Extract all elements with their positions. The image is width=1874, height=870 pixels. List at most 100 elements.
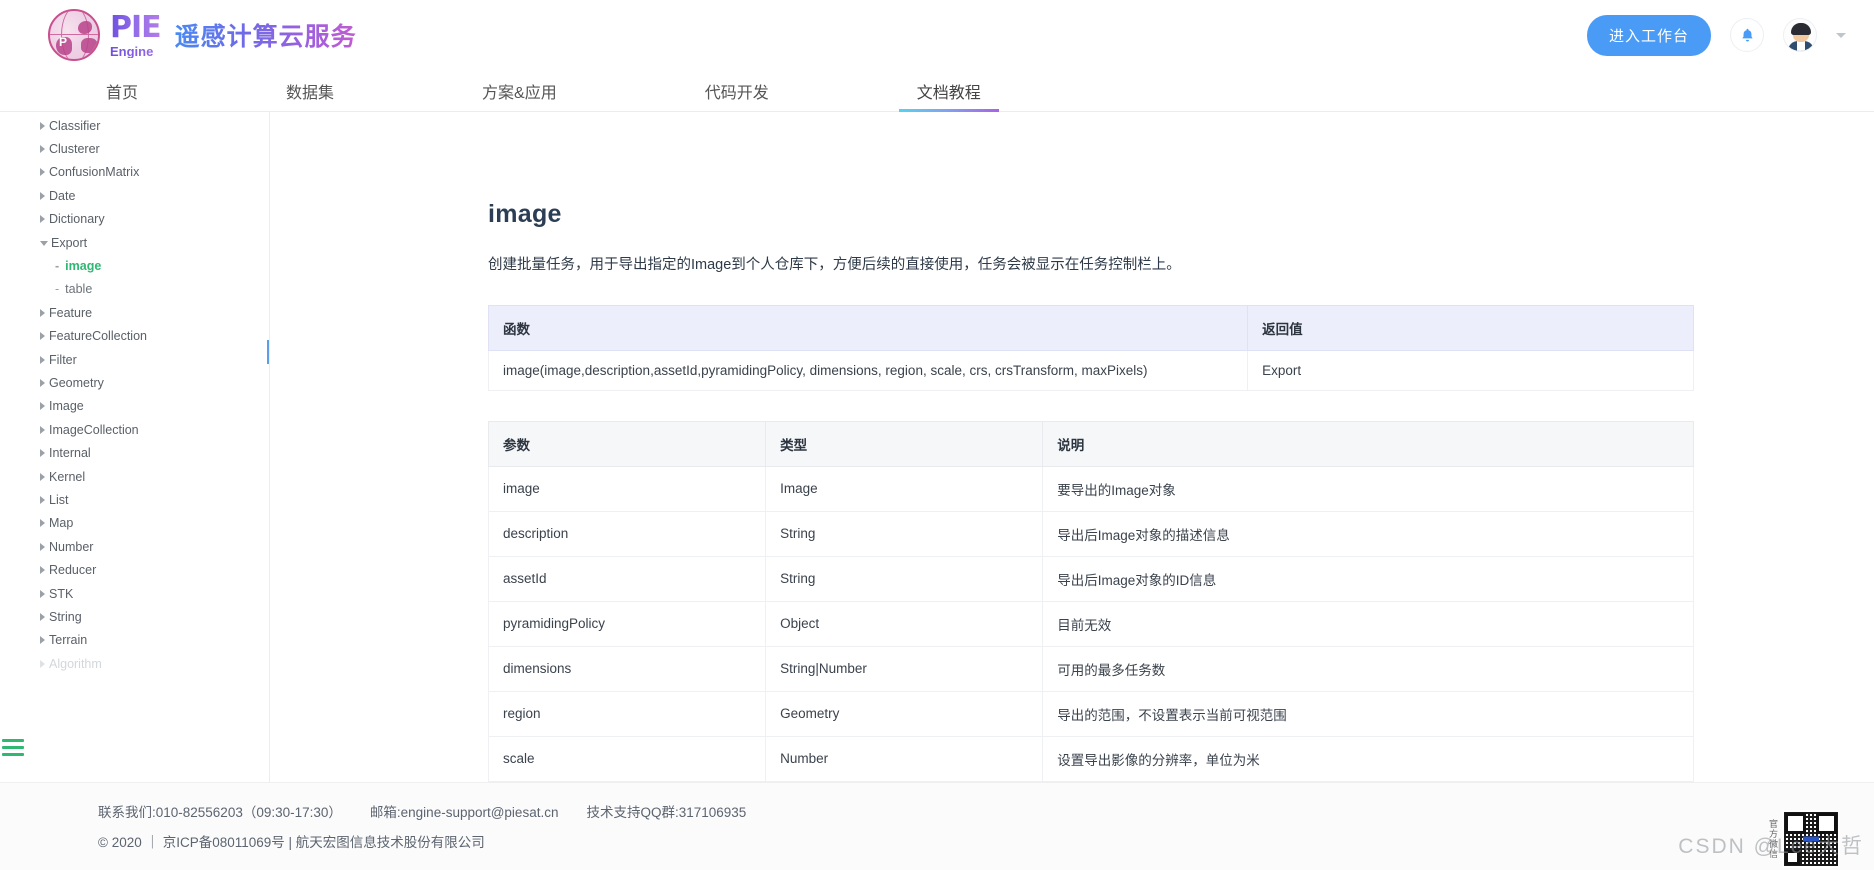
sidebar-item-label: STK: [49, 587, 73, 601]
nav-item-code-development[interactable]: 代码开发: [687, 70, 787, 111]
sidebar-item-label: Geometry: [49, 376, 104, 390]
sidebar-item-number[interactable]: Number: [0, 535, 269, 558]
sidebar-item-stk[interactable]: STK: [0, 582, 269, 605]
doc-content: image 创建批量任务，用于导出指定的Image到个人仓库下，方便后续的直接使…: [270, 112, 1874, 782]
wechat-qr-label: 官方微信: [1767, 819, 1778, 859]
cell-param-desc: 可用的最多任务数: [1043, 646, 1694, 691]
sidebar-item-export[interactable]: Export: [0, 231, 269, 254]
sidebar-item-terrain[interactable]: Terrain: [0, 629, 269, 652]
chevron-right-icon: [40, 543, 45, 551]
sidebar-item-map[interactable]: Map: [0, 512, 269, 535]
site-header: P PIE Engine 遥感计算云服务 进入工作台: [0, 0, 1874, 70]
table-row: assetIdString导出后Image对象的ID信息: [489, 556, 1694, 601]
bell-icon: [1739, 27, 1756, 44]
user-avatar[interactable]: [1783, 18, 1817, 52]
chevron-down-icon[interactable]: [1836, 33, 1846, 38]
chevron-right-icon: [40, 402, 45, 410]
table-header-row: 函数 返回值: [489, 305, 1694, 350]
sidebar-item-classifier[interactable]: Classifier: [0, 114, 269, 137]
chevron-right-icon: [40, 168, 45, 176]
sidebar-item-label: Terrain: [49, 633, 87, 647]
sidebar-item-label: Filter: [49, 353, 77, 367]
sidebar-item-export-table[interactable]: -table: [0, 278, 269, 301]
table-row: dimensionsString|Number可用的最多任务数: [489, 646, 1694, 691]
cell-param-name: scale: [489, 736, 766, 781]
sidebar-item-label: ConfusionMatrix: [49, 165, 139, 179]
sidebar-item-label: Internal: [49, 446, 91, 460]
cell-param-type: String: [766, 511, 1043, 556]
brand-logo[interactable]: P PIE Engine 遥感计算云服务: [48, 9, 357, 61]
header-actions: 进入工作台: [1587, 15, 1846, 56]
cell-param-type: Geometry: [766, 691, 1043, 736]
notification-bell-button[interactable]: [1730, 18, 1764, 52]
sidebar-item-feature[interactable]: Feature: [0, 301, 269, 324]
wechat-qr-block: 官方微信: [1767, 810, 1840, 868]
sidebar-item-label: Date: [49, 189, 75, 203]
sidebar-item-label: List: [49, 493, 68, 507]
sidebar-item-imagecollection[interactable]: ImageCollection: [0, 418, 269, 441]
nav-item-home[interactable]: 首页: [88, 70, 156, 111]
sidebar-item-filter[interactable]: Filter: [0, 348, 269, 371]
page-body: Classifier Clusterer ConfusionMatrix Dat…: [0, 112, 1874, 782]
chevron-right-icon: [40, 519, 45, 527]
sidebar-item-label: Number: [49, 540, 93, 554]
cell-param-name: dimensions: [489, 646, 766, 691]
chevron-right-icon: [40, 122, 45, 130]
cell-param-desc: 导出后Image对象的ID信息: [1043, 556, 1694, 601]
chevron-right-icon: [40, 356, 45, 364]
sidebar-item-label: ImageCollection: [49, 423, 139, 437]
parameters-table: 参数 类型 说明 imageImage要导出的Image对象 descripti…: [488, 421, 1694, 782]
sidebar-item-reducer[interactable]: Reducer: [0, 558, 269, 581]
docs-sidebar: Classifier Clusterer ConfusionMatrix Dat…: [0, 112, 270, 782]
sidebar-item-algorithm[interactable]: Algorithm: [0, 652, 269, 675]
chevron-right-icon: [40, 215, 45, 223]
chevron-right-icon: [40, 566, 45, 574]
sidebar-item-confusionmatrix[interactable]: ConfusionMatrix: [0, 161, 269, 184]
nav-item-solutions[interactable]: 方案&应用: [464, 70, 575, 111]
sidebar-item-featurecollection[interactable]: FeatureCollection: [0, 325, 269, 348]
sidebar-item-label: Kernel: [49, 470, 85, 484]
chevron-right-icon: [40, 496, 45, 504]
cell-param-name: image: [489, 466, 766, 511]
cell-param-name: region: [489, 691, 766, 736]
cell-param-type: Image: [766, 466, 1043, 511]
sidebar-item-clusterer[interactable]: Clusterer: [0, 137, 269, 160]
sidebar-item-label: table: [65, 282, 92, 296]
sidebar-item-internal[interactable]: Internal: [0, 441, 269, 464]
sidebar-collapse-button[interactable]: [2, 739, 24, 760]
sidebar-item-string[interactable]: String: [0, 605, 269, 628]
sidebar-item-label: Export: [51, 236, 87, 250]
cell-param-desc: 设置导出影像的分辨率，单位为米: [1043, 736, 1694, 781]
table-row: descriptionString导出后Image对象的描述信息: [489, 511, 1694, 556]
sidebar-item-label: FeatureCollection: [49, 329, 147, 343]
footer-email: 邮箱:engine-support@piesat.cn: [370, 805, 559, 820]
column-header-type: 类型: [766, 421, 1043, 466]
sidebar-item-label: Feature: [49, 306, 92, 320]
chevron-right-icon: [40, 426, 45, 434]
sidebar-item-geometry[interactable]: Geometry: [0, 371, 269, 394]
sidebar-active-indicator: [267, 340, 270, 364]
sidebar-item-label: Classifier: [49, 119, 100, 133]
footer-contact-line: 联系我们:010-82556203（09:30-17:30）邮箱:engine-…: [98, 801, 1874, 821]
cell-param-name: assetId: [489, 556, 766, 601]
brand-chinese-title: 遥感计算云服务: [175, 17, 357, 53]
chevron-right-icon: [40, 473, 45, 481]
logo-engine-text: Engine: [110, 45, 161, 58]
sidebar-item-export-image[interactable]: -image: [0, 254, 269, 277]
sidebar-item-kernel[interactable]: Kernel: [0, 465, 269, 488]
nav-item-documentation[interactable]: 文档教程: [899, 70, 999, 111]
chevron-right-icon: [40, 379, 45, 387]
column-header-desc: 说明: [1043, 421, 1694, 466]
sidebar-item-list[interactable]: List: [0, 488, 269, 511]
sidebar-item-image[interactable]: Image: [0, 395, 269, 418]
sidebar-item-label: Dictionary: [49, 212, 105, 226]
wechat-qr-code-image: [1782, 810, 1840, 868]
function-signature-table: 函数 返回值 image(image,description,assetId,p…: [488, 305, 1694, 391]
table-row: image(image,description,assetId,pyramidi…: [489, 350, 1694, 390]
sidebar-item-dictionary[interactable]: Dictionary: [0, 208, 269, 231]
sidebar-item-date[interactable]: Date: [0, 184, 269, 207]
nav-item-datasets[interactable]: 数据集: [268, 70, 352, 111]
enter-workbench-button[interactable]: 进入工作台: [1587, 15, 1711, 56]
cell-param-type: Number: [766, 736, 1043, 781]
cell-function-signature: image(image,description,assetId,pyramidi…: [489, 350, 1248, 390]
